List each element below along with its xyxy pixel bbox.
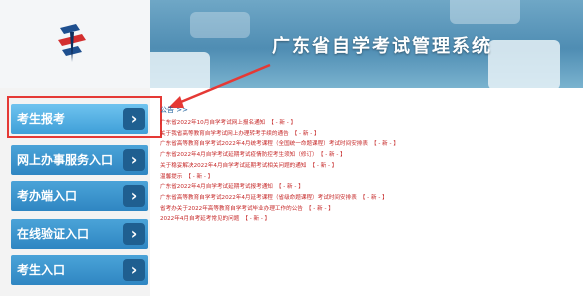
logo-area [0, 0, 150, 88]
notice-title[interactable]: 广东省2022年4月自学考试延期考试疫情防控考生须知（修订） [160, 152, 318, 158]
sidebar-item-online-verify[interactable]: 在线验证入口 › [11, 219, 148, 249]
notice-title[interactable]: 2022年4月自考延考常见的问题 [160, 216, 239, 222]
notice-title[interactable]: 广东省高等教育自学考试2022年4月延考课程（省级命题课程）考试时间安排表 [160, 195, 357, 201]
new-badge: 【 - 新 - 】 [309, 162, 338, 169]
new-badge: 【 - 新 - 】 [305, 205, 334, 212]
sidebar-item-candidate[interactable]: 考生入口 › [11, 255, 148, 285]
chevron-right-icon: › [123, 259, 145, 281]
list-item[interactable]: 2022年4月自考延考常见的问题【 - 新 - 】 [160, 214, 580, 225]
list-item[interactable]: 广东省高等教育自学考试2022年4月延考课程（省级命题课程）考试时间安排表【 -… [160, 193, 580, 204]
list-item[interactable]: 关于稳妥解决2022年4月自学考试延期考试相关问题的通知【 - 新 - 】 [160, 161, 580, 172]
new-badge: 【 - 新 - 】 [185, 173, 214, 180]
notice-title[interactable]: 广东省高等教育自学考试2022年4月统考课程（全国统一命题课程）考试时间安排表 [160, 141, 368, 147]
list-item[interactable]: 广东省高等教育自学考试2022年4月统考课程（全国统一命题课程）考试时间安排表【… [160, 139, 580, 150]
new-badge: 【 - 新 - 】 [370, 141, 399, 148]
notice-title[interactable]: 广东省2022年4月自学考试延期考试报考通知 [160, 184, 273, 190]
list-item[interactable]: 省考办关于2022年高等教育自学考试毕业办理工作的公告【 - 新 - 】 [160, 204, 580, 215]
sidebar-item-label: 网上办事服务入口 [17, 153, 114, 167]
new-badge: 【 - 新 - 】 [275, 184, 304, 191]
chevron-right-icon: › [123, 185, 145, 207]
sidebar-item-exam-office[interactable]: 考办端入口 › [11, 181, 148, 211]
sidebar-item-online-service[interactable]: 网上办事服务入口 › [11, 145, 148, 175]
list-item[interactable]: 广东省2022年4月自学考试延期考试报考通知【 - 新 - 】 [160, 182, 580, 193]
notice-title[interactable]: 关于我省高等教育自学考试网上办理转考手续的通告 [160, 131, 289, 137]
sidebar-item-label: 考生入口 [17, 263, 66, 277]
notice-title[interactable]: 广东省2022年10月自学考试网上报名通知 [160, 120, 265, 126]
header: 广东省自学考试管理系统 [0, 0, 583, 88]
chevron-right-icon: › [123, 223, 145, 245]
list-item[interactable]: 温馨提示【 - 新 - 】 [160, 172, 580, 183]
sidebar-item-label: 在线验证入口 [17, 227, 90, 241]
notice-list: 广东省2022年10月自学考试网上报名通知【 - 新 - 】 关于我省高等教育自… [160, 118, 580, 225]
notice-heading[interactable]: 公告 >> [160, 105, 188, 115]
new-badge: 【 - 新 - 】 [242, 216, 271, 223]
sidebar-item-label: 考办端入口 [17, 189, 78, 203]
site-logo-icon [58, 24, 86, 62]
list-item[interactable]: 关于我省高等教育自学考试网上办理转考手续的通告【 - 新 - 】 [160, 129, 580, 140]
new-badge: 【 - 新 - 】 [291, 130, 320, 137]
notice-title[interactable]: 关于稳妥解决2022年4月自学考试延期考试相关问题的通知 [160, 163, 306, 169]
list-item[interactable]: 广东省2022年4月自学考试延期考试疫情防控考生须知（修订）【 - 新 - 】 [160, 150, 580, 161]
new-badge: 【 - 新 - 】 [320, 152, 346, 159]
list-item[interactable]: 广东省2022年10月自学考试网上报名通知【 - 新 - 】 [160, 118, 580, 129]
notice-title[interactable]: 省考办关于2022年高等教育自学考试毕业办理工作的公告 [160, 206, 303, 212]
site-title: 广东省自学考试管理系统 [272, 36, 492, 57]
notice-title[interactable]: 温馨提示 [160, 174, 182, 180]
chevron-right-icon: › [123, 149, 145, 171]
annotation-highlight-box [7, 96, 162, 138]
new-badge: 【 - 新 - 】 [359, 194, 388, 201]
new-badge: 【 - 新 - 】 [268, 120, 297, 126]
